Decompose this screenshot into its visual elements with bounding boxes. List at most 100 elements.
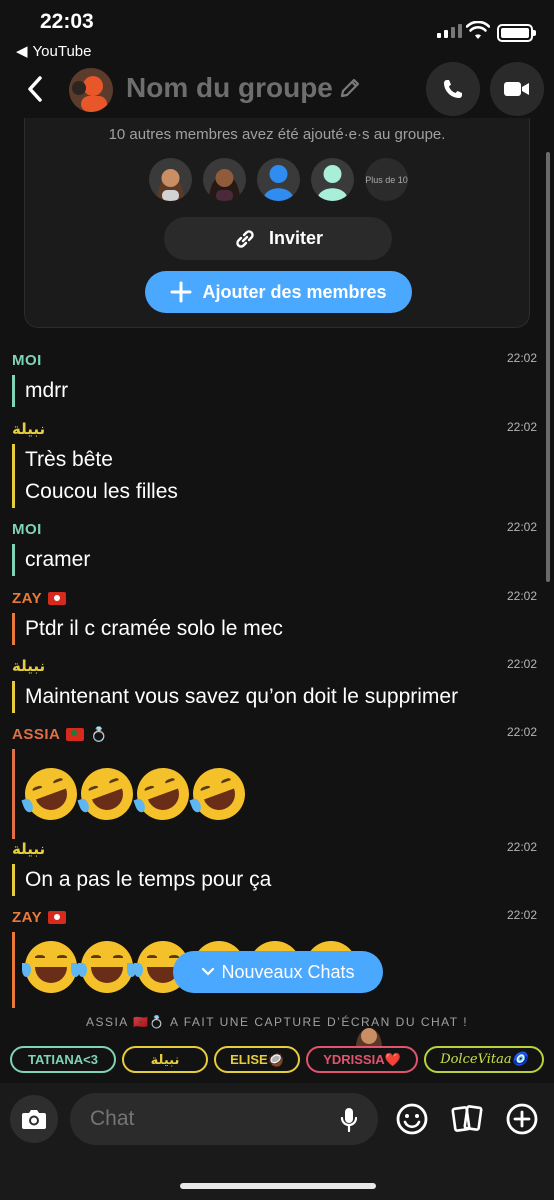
member-chip[interactable]: DolceVitaa🧿: [424, 1046, 544, 1073]
message-group: ASSIA 💍 22:02: [12, 723, 537, 839]
sender-name[interactable]: نبيلة: [12, 418, 537, 440]
message-time: 22:02: [506, 520, 537, 534]
pencil-icon[interactable]: [338, 76, 362, 100]
message-text: Très bête: [25, 448, 113, 471]
ring-icon: 💍: [90, 725, 109, 742]
back-triangle-icon: ◀: [16, 43, 28, 60]
message-time: 22:02: [506, 725, 537, 739]
chevron-down-icon: [202, 967, 215, 976]
camera-button[interactable]: [10, 1095, 58, 1143]
message-body[interactable]: Très bête Coucou les filles: [12, 444, 537, 508]
sender-name[interactable]: MOI: [12, 349, 537, 371]
cards-icon: [451, 1105, 483, 1132]
message-time: 22:02: [506, 840, 537, 854]
message-time: 22:02: [506, 908, 537, 922]
members-added-text: 10 autres membres avez été ajouté·e·s au…: [108, 126, 446, 143]
member-avatar[interactable]: [311, 158, 354, 201]
more-options-button[interactable]: [498, 1095, 546, 1143]
call-button[interactable]: [426, 62, 480, 116]
message-time: 22:02: [506, 657, 537, 671]
joy-emoji-icon: [78, 941, 136, 993]
message-group: نبيلة 22:02 On a pas le temps pour ça: [12, 838, 537, 896]
message-text: On a pas le temps pour ça: [25, 868, 272, 891]
member-avatar[interactable]: [257, 158, 300, 201]
invite-button[interactable]: Inviter: [164, 217, 392, 260]
sender-name: ZAY: [12, 908, 43, 926]
rofl-emoji-icon: [185, 760, 253, 828]
message-group: نبيلة 22:02 Maintenant vous savez qu’on …: [12, 655, 537, 713]
message-body[interactable]: Ptdr il c cramée solo le mec: [12, 613, 537, 645]
invite-label: Inviter: [268, 228, 324, 248]
add-members-button[interactable]: Ajouter des membres: [145, 271, 412, 313]
group-info-card: 10 autres membres avez été ajouté·e·s au…: [24, 118, 530, 328]
sender-name: ZAY: [12, 589, 43, 607]
plus-icon: [170, 281, 192, 303]
rofl-emoji-icon: [129, 760, 197, 828]
message-text: mdrr: [25, 379, 69, 402]
plus-circle-icon: [506, 1103, 538, 1135]
scrollbar[interactable]: [546, 152, 550, 582]
back-to-app[interactable]: ◀ YouTube: [16, 42, 92, 61]
sender-name[interactable]: نبيلة: [12, 838, 537, 860]
member-avatars: Plus de 10: [149, 158, 408, 201]
member-chips: TATIANA<3 نبيلة ELISE🥥 YDRISSIA❤️ DolceVitaa…: [10, 1046, 554, 1076]
new-chats-button[interactable]: Nouveaux Chats: [173, 951, 383, 993]
message-text: Maintenant vous savez qu’on doit le supp…: [25, 685, 459, 708]
message-group: نبيلة 22:02 Très bête Coucou les filles: [12, 418, 537, 508]
camera-icon: [22, 1110, 46, 1129]
back-chevron-icon[interactable]: [24, 74, 46, 104]
message-group: ZAY 22:02 Ptdr il c cramée solo le mec: [12, 587, 537, 645]
message-body[interactable]: On a pas le temps pour ça: [12, 864, 537, 896]
joy-emoji-icon: [22, 941, 80, 993]
group-title[interactable]: Nom du groupe: [126, 72, 333, 104]
tunisia-flag-icon: [48, 591, 67, 605]
sender-name[interactable]: MOI: [12, 518, 537, 540]
cellular-signal-icon: [437, 24, 462, 38]
message-text: Ptdr il c cramée solo le mec: [25, 617, 283, 640]
smiley-icon: [396, 1103, 428, 1135]
sender-name-row[interactable]: ASSIA 💍: [12, 723, 537, 745]
chat-input[interactable]: [70, 1093, 378, 1145]
more-members[interactable]: Plus de 10: [365, 158, 408, 201]
battery-icon: [497, 24, 536, 42]
emoji-message: [17, 749, 537, 839]
group-avatar[interactable]: [69, 68, 113, 112]
message-group: MOI 22:02 cramer: [12, 518, 537, 576]
tunisia-flag-icon: [48, 910, 67, 924]
member-avatar[interactable]: [149, 158, 192, 201]
video-call-button[interactable]: [490, 62, 544, 116]
member-chip[interactable]: ELISE🥥: [214, 1046, 300, 1073]
screenshot-notice: ASSIA 🇲🇦💍 A FAIT UNE CAPTURE D’ÉCRAN DU …: [85, 1015, 469, 1029]
sender-name[interactable]: نبيلة: [12, 655, 537, 677]
bitmoji-button[interactable]: [388, 1095, 436, 1143]
microphone-icon[interactable]: [340, 1107, 358, 1133]
clock: 22:03: [40, 10, 94, 33]
link-icon: [236, 229, 254, 248]
member-avatar[interactable]: [203, 158, 246, 201]
back-app-label: YouTube: [32, 42, 92, 60]
new-chats-label: Nouveaux Chats: [221, 961, 355, 982]
message-text: Coucou les filles: [25, 480, 178, 503]
message-body[interactable]: [12, 749, 537, 839]
sender-name-row[interactable]: ZAY: [12, 906, 537, 928]
message-time: 22:02: [506, 351, 537, 365]
member-chip[interactable]: YDRISSIA❤️: [306, 1046, 418, 1073]
message-body[interactable]: cramer: [12, 544, 537, 576]
message-body[interactable]: Maintenant vous savez qu’on doit le supp…: [12, 681, 537, 713]
message-body[interactable]: mdrr: [12, 375, 537, 407]
home-indicator[interactable]: [180, 1183, 376, 1189]
member-chip[interactable]: نبيلة: [122, 1046, 208, 1073]
message-time: 22:02: [506, 589, 537, 603]
wifi-icon: [466, 21, 490, 39]
sender-name-row[interactable]: ZAY: [12, 587, 537, 609]
member-chip[interactable]: TATIANA<3: [10, 1046, 116, 1073]
rofl-emoji-icon: [17, 760, 85, 828]
rofl-emoji-icon: [73, 760, 141, 828]
morocco-flag-icon: [66, 727, 85, 741]
message-group: MOI 22:02 mdrr: [12, 349, 537, 407]
message-time: 22:02: [506, 420, 537, 434]
message-text: cramer: [25, 548, 91, 571]
stickers-button[interactable]: [443, 1095, 491, 1143]
add-members-label: Ajouter des membres: [202, 281, 387, 302]
chat-header: Nom du groupe: [0, 62, 554, 122]
